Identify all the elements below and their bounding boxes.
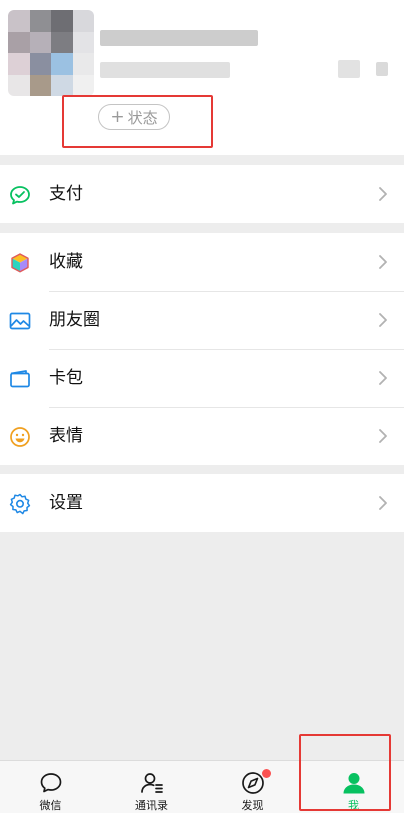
smiley-icon xyxy=(8,425,32,449)
menu-label-pay: 支付 xyxy=(49,184,83,204)
plus-icon: + xyxy=(110,106,125,127)
menu-label-favorites: 收藏 xyxy=(49,252,83,272)
bottom-tab-bar: 微信 通讯录 发现 我 xyxy=(0,760,404,813)
cube-icon xyxy=(8,251,32,275)
tab-me[interactable]: 我 xyxy=(303,761,404,813)
chevron-right-icon xyxy=(376,494,390,512)
tab-label-chats: 微信 xyxy=(39,799,62,812)
contacts-icon xyxy=(139,770,165,796)
chevron-blurred xyxy=(376,62,388,76)
menu-item-moments[interactable]: 朋友圈 xyxy=(0,291,404,349)
menu-item-pay[interactable]: 支付 xyxy=(0,165,404,223)
person-icon xyxy=(341,770,367,796)
menu-group-pay: 支付 xyxy=(0,165,404,223)
avatar[interactable] xyxy=(8,10,94,96)
profile-header[interactable]: + 状态 xyxy=(0,0,404,155)
nickname-blurred xyxy=(100,30,258,46)
menu-label-cards: 卡包 xyxy=(49,368,83,388)
chevron-right-icon xyxy=(376,311,390,329)
menu-item-favorites[interactable]: 收藏 xyxy=(0,233,404,291)
wechat-id-blurred xyxy=(100,62,230,78)
tab-label-contacts: 通讯录 xyxy=(135,799,168,812)
menu-group-settings: 设置 xyxy=(0,474,404,532)
discover-badge-dot xyxy=(262,769,271,778)
menu-label-stickers: 表情 xyxy=(49,426,83,446)
qr-code-blurred[interactable] xyxy=(338,60,360,78)
gear-icon xyxy=(8,492,32,516)
tab-label-me: 我 xyxy=(348,799,359,812)
menu-label-settings: 设置 xyxy=(49,493,83,513)
chevron-right-icon xyxy=(376,185,390,203)
menu-item-stickers[interactable]: 表情 xyxy=(0,407,404,465)
menu-item-cards[interactable]: 卡包 xyxy=(0,349,404,407)
landscape-photo-icon xyxy=(8,309,32,333)
tab-chats[interactable]: 微信 xyxy=(0,761,101,813)
menu-group-main: 收藏 朋友圈 卡包 表情 xyxy=(0,233,404,465)
tab-discover[interactable]: 发现 xyxy=(202,761,303,813)
tab-contacts[interactable]: 通讯录 xyxy=(101,761,202,813)
chevron-right-icon xyxy=(376,369,390,387)
chevron-right-icon xyxy=(376,427,390,445)
tab-label-discover: 发现 xyxy=(241,799,264,812)
chevron-right-icon xyxy=(376,253,390,271)
menu-label-moments: 朋友圈 xyxy=(49,310,100,330)
menu-item-settings[interactable]: 设置 xyxy=(0,474,404,532)
card-wallet-icon xyxy=(8,367,32,391)
wallet-check-icon xyxy=(8,183,32,207)
status-button[interactable]: + 状态 xyxy=(98,104,170,130)
chat-bubble-icon xyxy=(38,770,64,796)
status-label: 状态 xyxy=(127,108,158,127)
